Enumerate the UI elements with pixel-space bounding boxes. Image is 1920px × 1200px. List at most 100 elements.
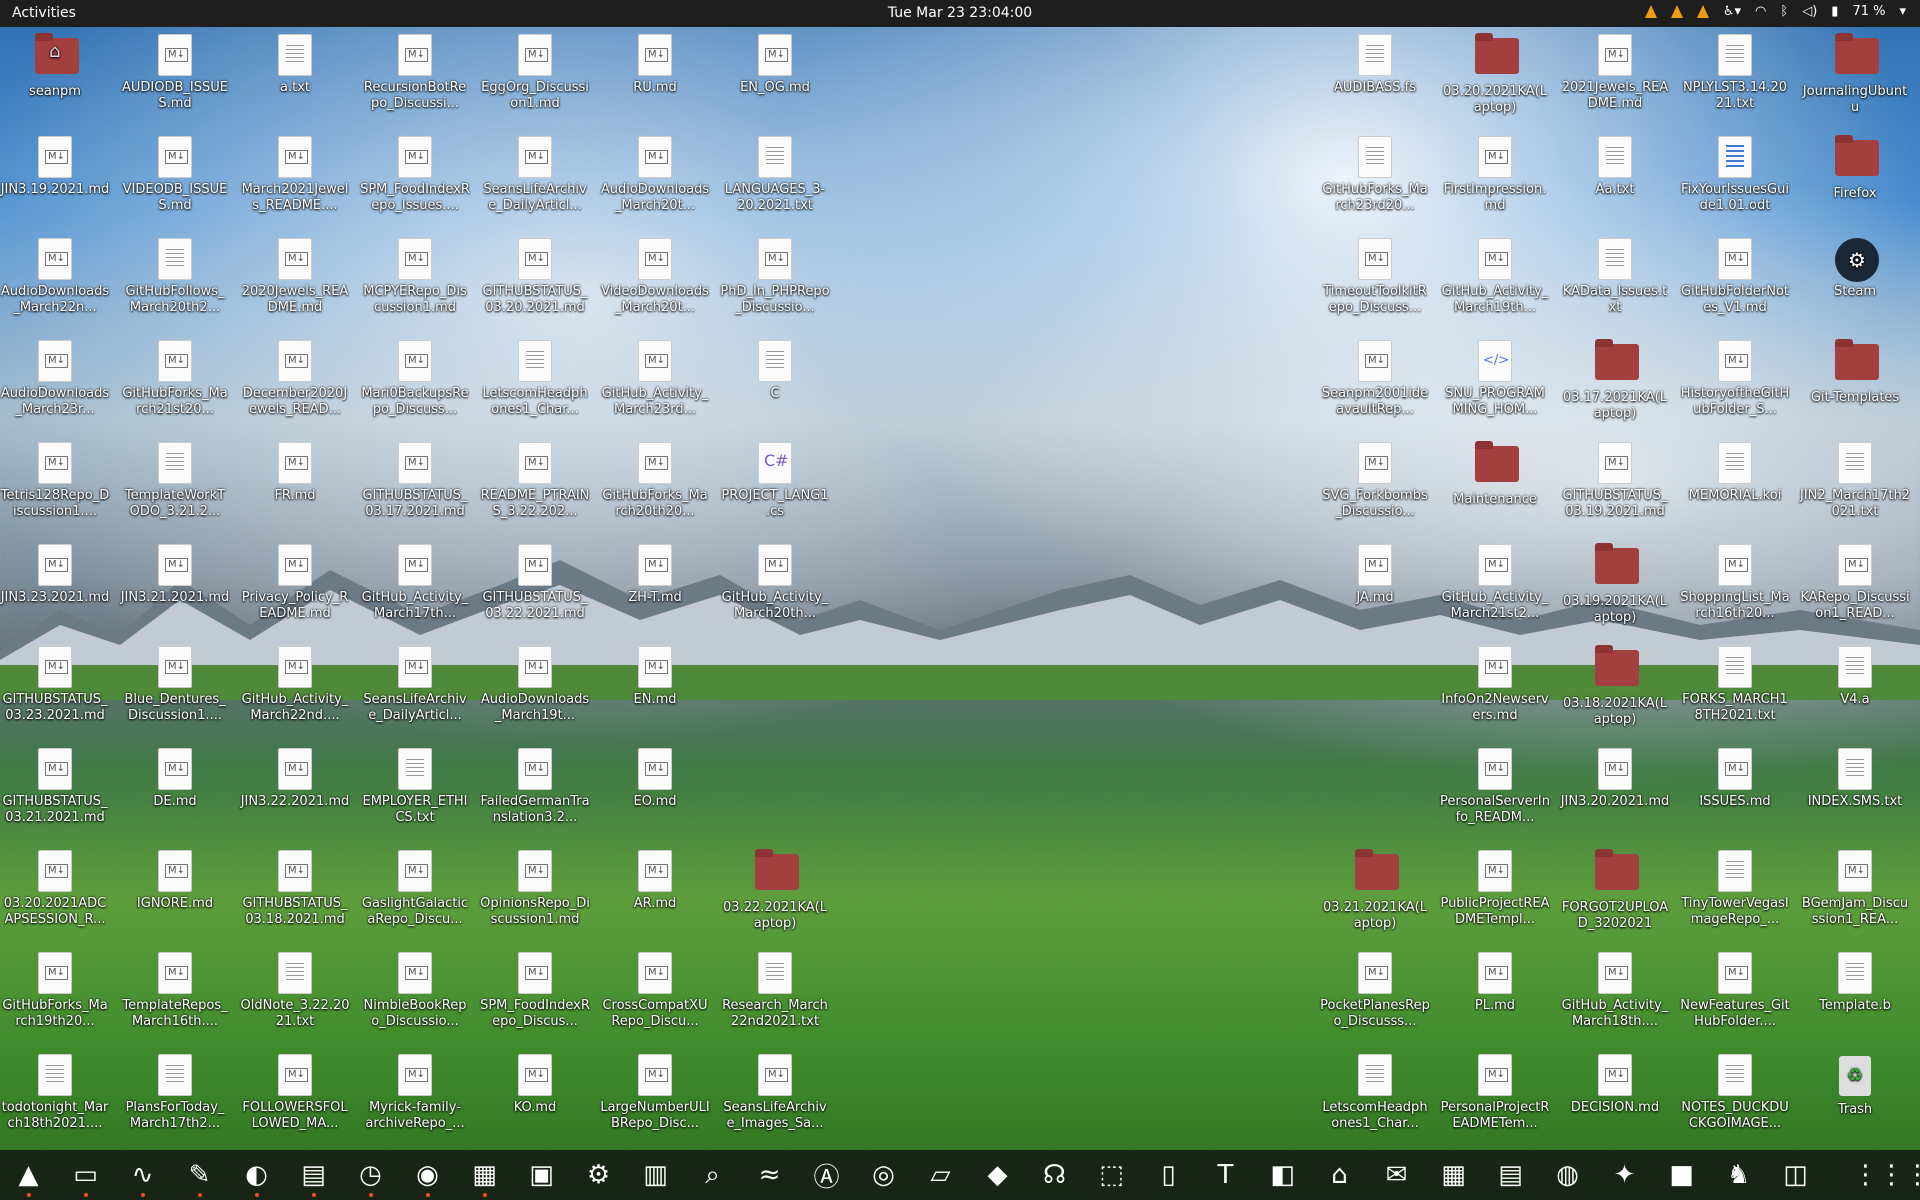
desktop-icon[interactable]: NewFeatures_GitHubFolder.... (1680, 952, 1790, 1030)
desktop-icon[interactable]: LargeNumberULIBRepo_Disc... (600, 1054, 710, 1132)
desktop-icon[interactable]: KAData_Issues.txt (1560, 238, 1670, 316)
desktop-icon[interactable]: FixYourIssuesGuide1.01.odt (1680, 136, 1790, 214)
desktop-icon[interactable]: SNU_PROGRAMMING_HOM... (1440, 340, 1550, 418)
desktop-icon[interactable]: Blue_Dentures_Discussion1.... (120, 646, 230, 724)
firefox-icon[interactable]: ◉ (399, 1150, 456, 1200)
vlc-tray-icon-3[interactable] (1696, 5, 1709, 18)
desktop-icon[interactable]: EN_OG.md (720, 34, 830, 96)
desktop-icon[interactable]: BGemJam_Discussion1_REA... (1800, 850, 1910, 928)
desktop-icon[interactable]: LetscomHeadphones1_Char... (1320, 1054, 1430, 1132)
desktop-icon[interactable]: GITHUBSTATUS_03.23.2021.md (0, 646, 110, 724)
vlc-tray-icon-2[interactable] (1670, 5, 1683, 18)
desktop-icon[interactable]: GitHub_Activity_March21st2... (1440, 544, 1550, 622)
desktop-icon[interactable]: FORKS_MARCH18TH2021.txt (1680, 646, 1790, 724)
desktop-icon[interactable]: GitHubForks_March19th20... (0, 952, 110, 1030)
desktop-icon[interactable]: SeansLifeArchive_DailyArticl... (360, 646, 470, 724)
desktop-icon[interactable]: 03.17.2021KA(Laptop) (1560, 339, 1670, 422)
desktop-icon[interactable]: GitHub_Activity_March17th... (360, 544, 470, 622)
image-editor-icon[interactable]: ✉ (1368, 1150, 1425, 1200)
desktop-icon[interactable]: AudioDownloads_March19t... (480, 646, 590, 724)
text-editor-icon[interactable]: ✎ (171, 1150, 228, 1200)
desktop-icon[interactable]: DE.md (120, 748, 230, 810)
desktop-icon[interactable]: V4.a (1800, 646, 1910, 708)
battery-icon[interactable]: ▮ (1831, 4, 1838, 19)
editor-icon[interactable]: ◫ (1767, 1150, 1824, 1200)
desktop-icon[interactable]: TimeoutToolkitRepo_Discuss... (1320, 238, 1430, 316)
desktop-icon[interactable]: GITHUBSTATUS_03.19.2021.md (1560, 442, 1670, 520)
desktop-icon[interactable]: TemplateRepos_March16th.... (120, 952, 230, 1030)
files-icon[interactable]: ▤ (285, 1150, 342, 1200)
desktop-icon[interactable]: 03.20.2021KA(Laptop) (1440, 33, 1550, 116)
desktop-icon[interactable]: AudioDownloads_March23r... (0, 340, 110, 418)
desktop-icon[interactable]: a.txt (240, 34, 350, 96)
store-icon[interactable]: ⌂ (1311, 1150, 1368, 1200)
desktop-icon[interactable]: AR.md (600, 850, 710, 912)
desktop-icon[interactable]: todotonight_March18th2021.... (0, 1054, 110, 1132)
desktop-icon[interactable]: PersonalProjectREADMETem... (1440, 1054, 1550, 1132)
desktop-icon[interactable]: Mari0BackupsRepo_Discuss... (360, 340, 470, 418)
desktop-icon[interactable]: PocketPlanesRepo_Discusss... (1320, 952, 1430, 1030)
gimp-icon[interactable]: ✦ (1596, 1150, 1653, 1200)
desktop-icon[interactable]: SPM_FoodIndexRepo_Issues.... (360, 136, 470, 214)
desktop-icon[interactable]: JIN3.19.2021.md (0, 136, 110, 198)
desktop-icon[interactable]: GitHub_Activity_March19th... (1440, 238, 1550, 316)
desktop-icon[interactable]: JIN3.20.2021.md (1560, 748, 1670, 810)
blender-icon[interactable]: ◍ (1539, 1150, 1596, 1200)
desktop-icon[interactable]: C (720, 340, 830, 402)
desktop-icon[interactable]: FirstImpression.md (1440, 136, 1550, 214)
desktop-icon[interactable]: PL.md (1440, 952, 1550, 1014)
document-viewer-icon[interactable]: ▥ (627, 1150, 684, 1200)
desktop-icon[interactable]: 03.18.2021KA(Laptop) (1560, 645, 1670, 728)
desktop-icon[interactable]: 2020Jewels_README.md (240, 238, 350, 316)
desktop-icon[interactable]: PROJECT_LANG1.cs (720, 442, 830, 520)
settings-icon[interactable]: ⚙ (570, 1150, 627, 1200)
volume-icon[interactable]: ◁) (1802, 4, 1817, 19)
desktop-icon[interactable]: GaslightGalacticaRepo_Discu... (360, 850, 470, 928)
audio-icon[interactable]: ≈ (741, 1150, 798, 1200)
desktop-icon[interactable]: LANGUAGES_3-20.2021.txt (720, 136, 830, 214)
vlc-icon[interactable]: ▲ (0, 1150, 57, 1200)
desktop-icon[interactable]: GITHUBSTATUS_03.18.2021.md (240, 850, 350, 928)
wifi-icon[interactable]: ◠ (1755, 4, 1766, 19)
system-monitor-icon[interactable]: ∿ (114, 1150, 171, 1200)
impress-icon[interactable]: ▤ (1482, 1150, 1539, 1200)
desktop-icon[interactable]: ⚙ Steam (1800, 238, 1910, 300)
desktop-icon[interactable]: TemplateWorkTODO_3.21.2... (120, 442, 230, 520)
desktop-icon[interactable]: INDEX.SMS.txt (1800, 748, 1910, 810)
desktop-icon[interactable]: FR.md (240, 442, 350, 504)
desktop-icon[interactable]: 03.19.2021KA(Laptop) (1560, 543, 1670, 626)
desktop-icon[interactable]: Firefox (1800, 135, 1910, 202)
desktop-icon[interactable]: GITHUBSTATUS_03.21.2021.md (0, 748, 110, 826)
desktop-icon[interactable]: GITHUBSTATUS_03.20.2021.md (480, 238, 590, 316)
desktop-icon[interactable]: RecursionBotRepo_Discussi... (360, 34, 470, 112)
desktop-icon[interactable]: GitHubForks_March23rd20... (1320, 136, 1430, 214)
color-picker-icon[interactable]: ◐ (228, 1150, 285, 1200)
desktop-icon[interactable]: Myrick-family-archiveRepo_... (360, 1054, 470, 1132)
desktop-icon[interactable]: JIN3.22.2021.md (240, 748, 350, 810)
desktop-icon[interactable]: OldNote_3.22.2021.txt (240, 952, 350, 1030)
desktop-icon[interactable]: GITHUBSTATUS_03.17.2021.md (360, 442, 470, 520)
tweaks-icon[interactable]: ◧ (1254, 1150, 1311, 1200)
desktop-icon[interactable]: EggOrg_Discussion1.md (480, 34, 590, 112)
desktop-icon[interactable]: KARepo_Discussion1_READ... (1800, 544, 1910, 622)
desktop-icon[interactable]: seanpm (0, 33, 110, 100)
desktop-icon[interactable]: SVG_Forkbombs_Discussio... (1320, 442, 1430, 520)
show-apps-icon[interactable]: ⋮⋮⋮ (1853, 1150, 1920, 1200)
desktop-icon[interactable]: SeansLifeArchive_DailyArticl... (480, 136, 590, 214)
battery-percent[interactable]: 71 % (1852, 4, 1885, 19)
desktop-icon[interactable]: Aa.txt (1560, 136, 1670, 198)
accessibility-icon[interactable]: ♿▾ (1723, 4, 1741, 19)
obs-icon[interactable]: ◎ (855, 1150, 912, 1200)
desktop-icon[interactable]: FOLLOWERSFOLLOWED_MA... (240, 1054, 350, 1132)
desktop-icon[interactable]: Git-Templates (1800, 339, 1910, 406)
desktop-icon[interactable]: NimbleBookRepo_Discussio... (360, 952, 470, 1030)
virtualbox-icon[interactable]: ▱ (912, 1150, 969, 1200)
desktop-icon[interactable]: EO.md (600, 748, 710, 810)
desktop-icon[interactable]: ZH-T.md (600, 544, 710, 606)
desktop-icon[interactable]: FailedGermanTranslation3.2... (480, 748, 590, 826)
spreadsheet-icon[interactable]: ▦ (1425, 1150, 1482, 1200)
desktop-icon[interactable]: Template.b (1800, 952, 1910, 1014)
desktop-icon[interactable]: EN.md (600, 646, 710, 708)
desktop-icon[interactable]: JA.md (1320, 544, 1430, 606)
desktop-icon[interactable]: December2020Jewels_READ... (240, 340, 350, 418)
